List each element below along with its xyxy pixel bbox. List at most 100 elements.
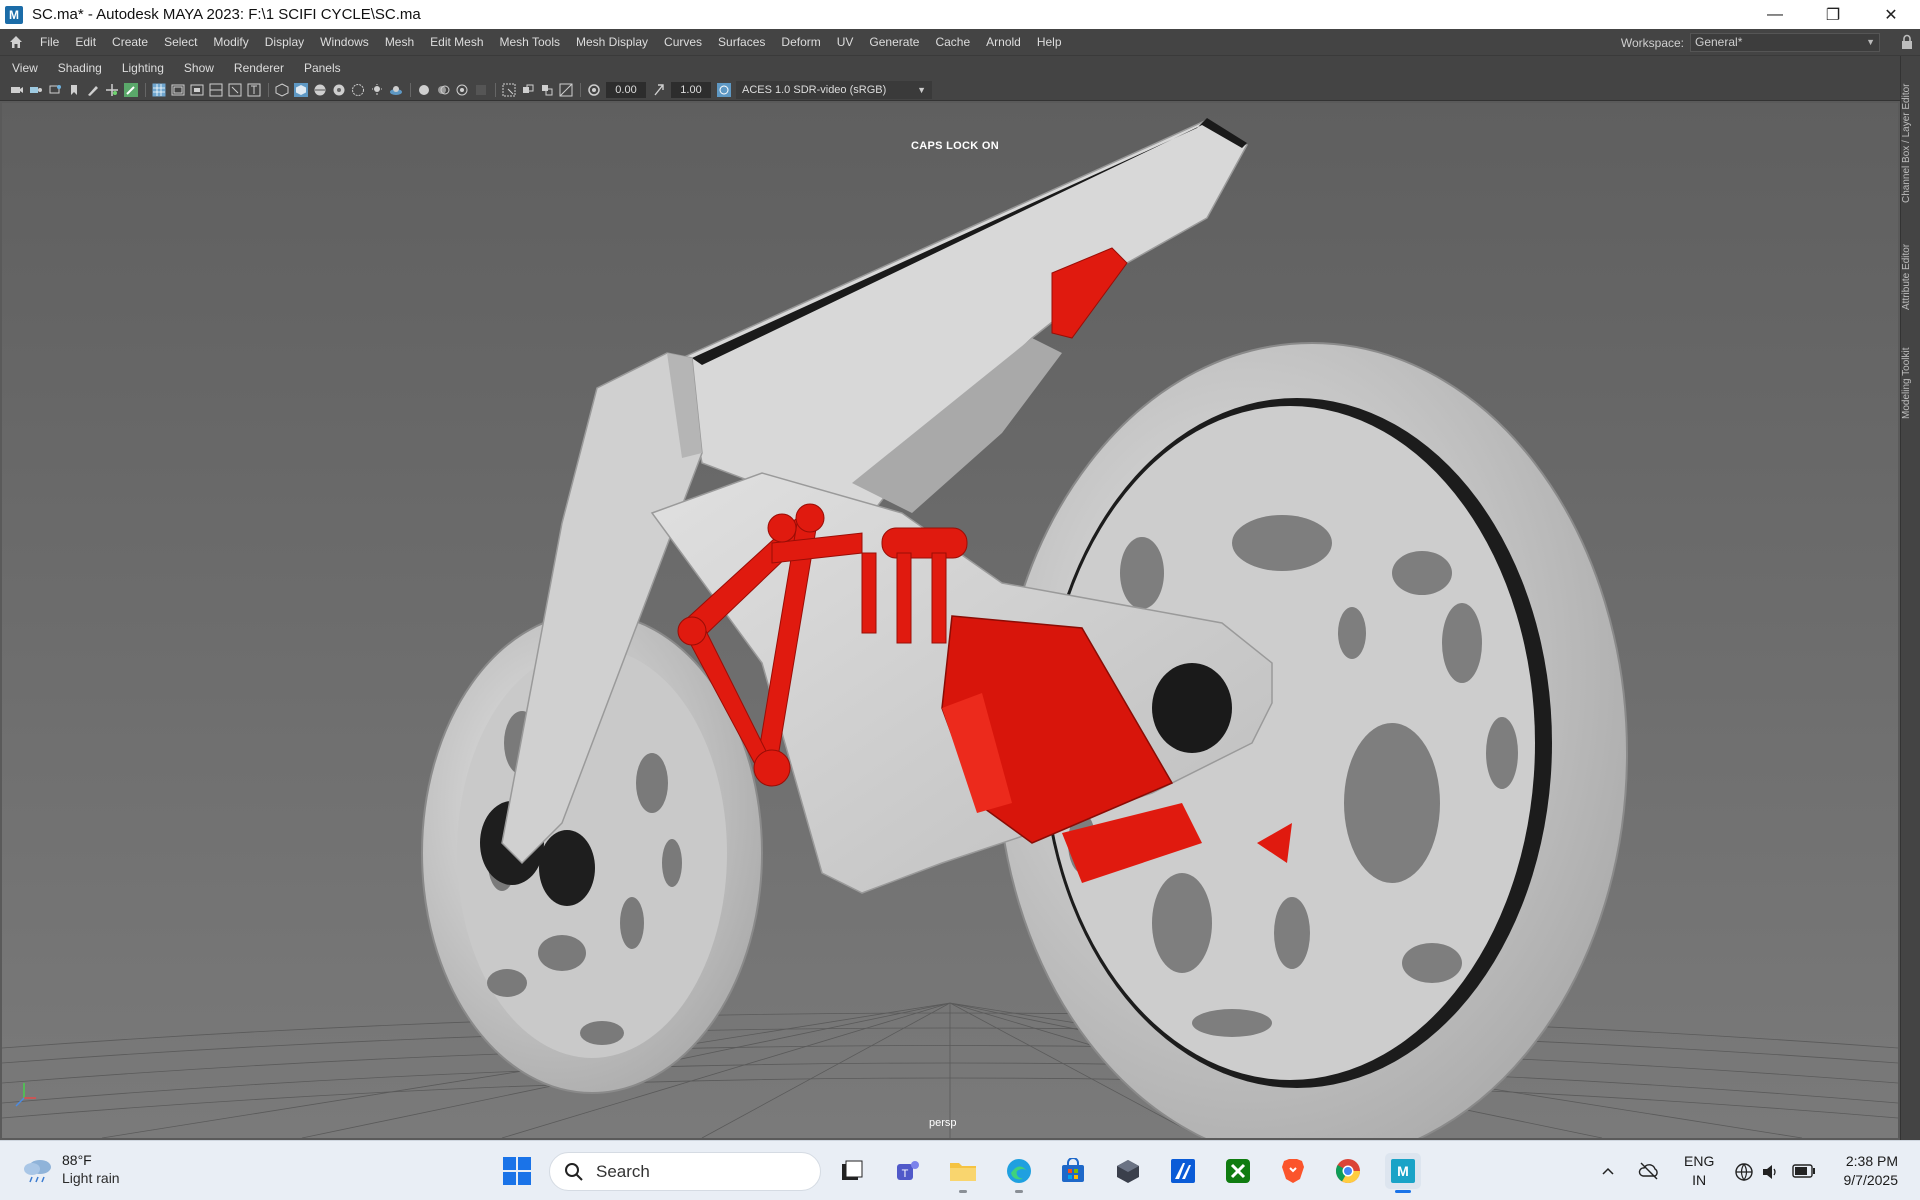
- menu-arnold[interactable]: Arnold: [978, 35, 1029, 49]
- xray-active-components-icon[interactable]: [540, 83, 554, 97]
- menu-deform[interactable]: Deform: [773, 35, 828, 49]
- windows-start-icon[interactable]: [502, 1156, 532, 1186]
- shadows-icon[interactable]: [370, 83, 384, 97]
- menu-mesh-tools[interactable]: Mesh Tools: [492, 35, 568, 49]
- panel-menu-lighting[interactable]: Lighting: [110, 61, 172, 75]
- grid-icon[interactable]: [152, 83, 166, 97]
- isolate-select-icon[interactable]: [502, 83, 516, 97]
- panel-menu-renderer[interactable]: Renderer: [222, 61, 292, 75]
- film-gate-icon[interactable]: [171, 83, 185, 97]
- workspace-value: General*: [1695, 35, 1743, 49]
- battery-icon[interactable]: [1792, 1164, 1816, 1178]
- lock-icon[interactable]: [1900, 34, 1914, 50]
- resolution-gate-icon[interactable]: [190, 83, 204, 97]
- menu-surfaces[interactable]: Surfaces: [710, 35, 773, 49]
- network-icon[interactable]: [1734, 1162, 1754, 1182]
- edge-button[interactable]: [1001, 1153, 1037, 1193]
- exposure-field[interactable]: 0.00: [606, 81, 646, 98]
- xbox-button[interactable]: [1220, 1153, 1256, 1189]
- camera-icon[interactable]: [10, 83, 24, 97]
- close-button[interactable]: ✕: [1862, 0, 1920, 29]
- restore-button[interactable]: ❐: [1804, 0, 1862, 29]
- textured-icon[interactable]: [332, 83, 346, 97]
- xbox-icon: [1226, 1159, 1250, 1183]
- motion-blur-icon[interactable]: [417, 83, 431, 97]
- minimize-button[interactable]: —: [1746, 0, 1804, 29]
- menu-help[interactable]: Help: [1029, 35, 1070, 49]
- menu-create[interactable]: Create: [104, 35, 156, 49]
- panel-menu-show[interactable]: Show: [172, 61, 222, 75]
- xray-joints-icon[interactable]: [521, 83, 535, 97]
- safe-action-icon[interactable]: [247, 83, 261, 97]
- workspace-dropdown[interactable]: General* ▼: [1690, 33, 1880, 52]
- brave-button[interactable]: [1275, 1153, 1311, 1189]
- panel-menu-panels[interactable]: Panels: [292, 61, 349, 75]
- toolbar-separator: [580, 82, 581, 97]
- use-all-lights-icon[interactable]: [351, 83, 365, 97]
- tab-modeling-toolkit[interactable]: Modeling Toolkit: [1901, 338, 1920, 428]
- 2d-pan-zoom-icon[interactable]: [105, 83, 119, 97]
- taskbar-search-box[interactable]: Search: [549, 1152, 821, 1191]
- color-management-icon[interactable]: [717, 82, 731, 97]
- depth-of-field-icon[interactable]: [455, 83, 469, 97]
- xray-icon[interactable]: [474, 83, 488, 97]
- backface-culling-icon[interactable]: [559, 83, 573, 97]
- chrome-button[interactable]: [1330, 1153, 1366, 1189]
- chevron-down-icon: ▼: [1866, 37, 1875, 47]
- language-indicator[interactable]: ENG IN: [1684, 1152, 1714, 1190]
- tab-channel-box[interactable]: Channel Box / Layer Editor: [1901, 68, 1920, 218]
- grease-pencil-active-icon[interactable]: [124, 82, 138, 97]
- field-chart-icon[interactable]: [228, 83, 242, 97]
- volume-icon[interactable]: [1760, 1162, 1780, 1182]
- cloud-offline-icon[interactable]: [1638, 1161, 1660, 1181]
- view-transform-dropdown[interactable]: ACES 1.0 SDR-video (sRGB) ▼: [736, 80, 932, 99]
- menu-curves[interactable]: Curves: [656, 35, 710, 49]
- chevron-up-icon[interactable]: [1600, 1163, 1616, 1179]
- exposure-icon[interactable]: [587, 83, 601, 97]
- multisample-icon[interactable]: [436, 83, 450, 97]
- folder-icon: [950, 1163, 976, 1181]
- grease-pencil-icon[interactable]: [86, 83, 100, 97]
- store-button[interactable]: [1055, 1153, 1091, 1189]
- camera-name-label: persp: [929, 1117, 957, 1129]
- wireframe-on-shaded-icon[interactable]: [313, 83, 327, 97]
- menu-generate[interactable]: Generate: [861, 35, 927, 49]
- weather-widget[interactable]: 88°F Light rain: [22, 1151, 120, 1187]
- smooth-shade-icon[interactable]: [294, 82, 308, 97]
- gamma-icon[interactable]: [652, 83, 666, 97]
- clock-date: 9/7/2025: [1843, 1172, 1899, 1188]
- autodesk-button[interactable]: [1165, 1153, 1201, 1189]
- menu-edit[interactable]: Edit: [67, 35, 104, 49]
- image-plane-icon[interactable]: [67, 83, 81, 97]
- menu-select[interactable]: Select: [156, 35, 205, 49]
- gate-mask-icon[interactable]: [209, 83, 223, 97]
- camera-attributes-icon[interactable]: [29, 83, 43, 97]
- menu-modify[interactable]: Modify: [205, 35, 256, 49]
- file-explorer-button[interactable]: [945, 1153, 981, 1193]
- menu-file[interactable]: File: [32, 35, 67, 49]
- box-app-button[interactable]: [1110, 1153, 1146, 1189]
- menu-display[interactable]: Display: [257, 35, 312, 49]
- maya-button[interactable]: M: [1385, 1153, 1421, 1193]
- menu-uv[interactable]: UV: [829, 35, 862, 49]
- menu-windows[interactable]: Windows: [312, 35, 377, 49]
- window-controls: — ❐ ✕: [1746, 0, 1920, 29]
- gamma-field[interactable]: 1.00: [671, 81, 711, 98]
- panel-menu-shading[interactable]: Shading: [46, 61, 110, 75]
- menu-mesh[interactable]: Mesh: [377, 35, 422, 49]
- maya-app-icon[interactable]: M: [5, 5, 23, 24]
- panel-menu-view[interactable]: View: [0, 61, 46, 75]
- system-clock[interactable]: 2:38 PM 9/7/2025: [1844, 1152, 1899, 1190]
- menu-edit-mesh[interactable]: Edit Mesh: [422, 35, 491, 49]
- bookmark-icon[interactable]: [48, 83, 62, 97]
- ambient-occlusion-icon[interactable]: [389, 83, 403, 97]
- task-view-button[interactable]: [834, 1153, 870, 1189]
- menu-cache[interactable]: Cache: [927, 35, 978, 49]
- wireframe-icon[interactable]: [275, 82, 289, 97]
- menu-mesh-display[interactable]: Mesh Display: [568, 35, 656, 49]
- tab-attribute-editor[interactable]: Attribute Editor: [1901, 232, 1920, 322]
- home-icon[interactable]: [8, 34, 24, 50]
- teams-button[interactable]: T: [890, 1153, 926, 1189]
- perspective-viewport[interactable]: CAPS LOCK ON persp: [0, 101, 1900, 1140]
- viewport-scene[interactable]: [2, 103, 1898, 1138]
